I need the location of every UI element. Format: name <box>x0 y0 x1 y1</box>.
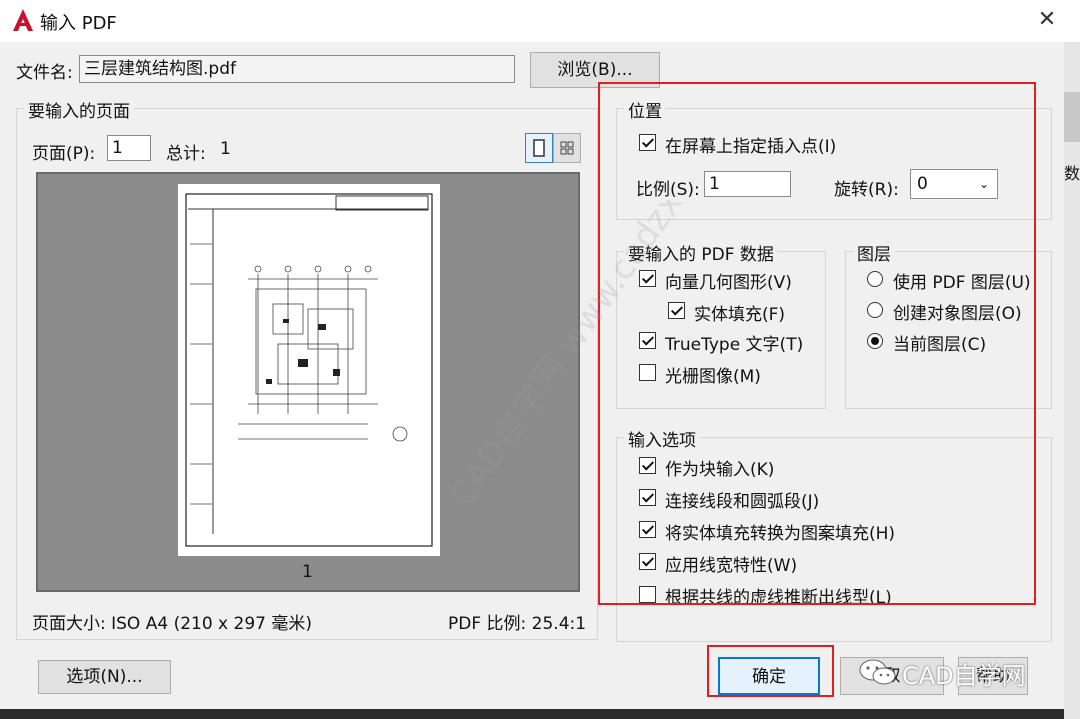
page-size-text: 页面大小: ISO A4 (210 x 297 毫米) <box>32 614 313 634</box>
import-pdf-dialog: 输入 PDF ✕ 文件名: 三层建筑结构图.pdf 浏览(B)... 要输入的页… <box>0 0 1080 709</box>
page-input[interactable]: 1 <box>107 135 151 161</box>
single-page-icon <box>533 139 545 157</box>
page-thumbnail[interactable] <box>178 184 440 556</box>
page-preview[interactable]: 1 <box>36 172 580 592</box>
grid-view-icon <box>560 141 574 155</box>
file-name-label: 文件名: <box>16 63 73 83</box>
wechat-icon <box>859 659 896 685</box>
drawing-thumbnail-icon <box>185 193 433 547</box>
pdf-scale-text: PDF 比例: 25.4:1 <box>448 614 587 634</box>
close-icon[interactable]: ✕ <box>1030 4 1064 36</box>
background-app-strip: 数 <box>1064 42 1080 719</box>
scroll-handle[interactable] <box>1064 92 1080 142</box>
total-label: 总计: <box>166 144 206 164</box>
options-button[interactable]: 选项(N)... <box>38 660 171 694</box>
grid-view-button[interactable] <box>553 133 581 163</box>
thumbnail-caption: 1 <box>302 562 313 582</box>
file-name-field[interactable]: 三层建筑结构图.pdf <box>79 55 515 83</box>
single-page-view-button[interactable] <box>525 133 553 163</box>
highlight-box-ok <box>707 645 834 697</box>
dialog-title: 输入 PDF <box>40 13 117 34</box>
page-label: 页面(P): <box>32 144 96 164</box>
background-app-text: 数 <box>1064 164 1080 183</box>
pages-group-label: 要输入的页面 <box>24 97 134 122</box>
total-value: 1 <box>220 139 231 159</box>
watermark-text: CAD自学网 <box>902 662 1026 690</box>
autocad-logo-icon <box>13 9 33 31</box>
highlight-box-options <box>598 82 1036 605</box>
title-bar: 输入 PDF ✕ <box>0 0 1080 42</box>
